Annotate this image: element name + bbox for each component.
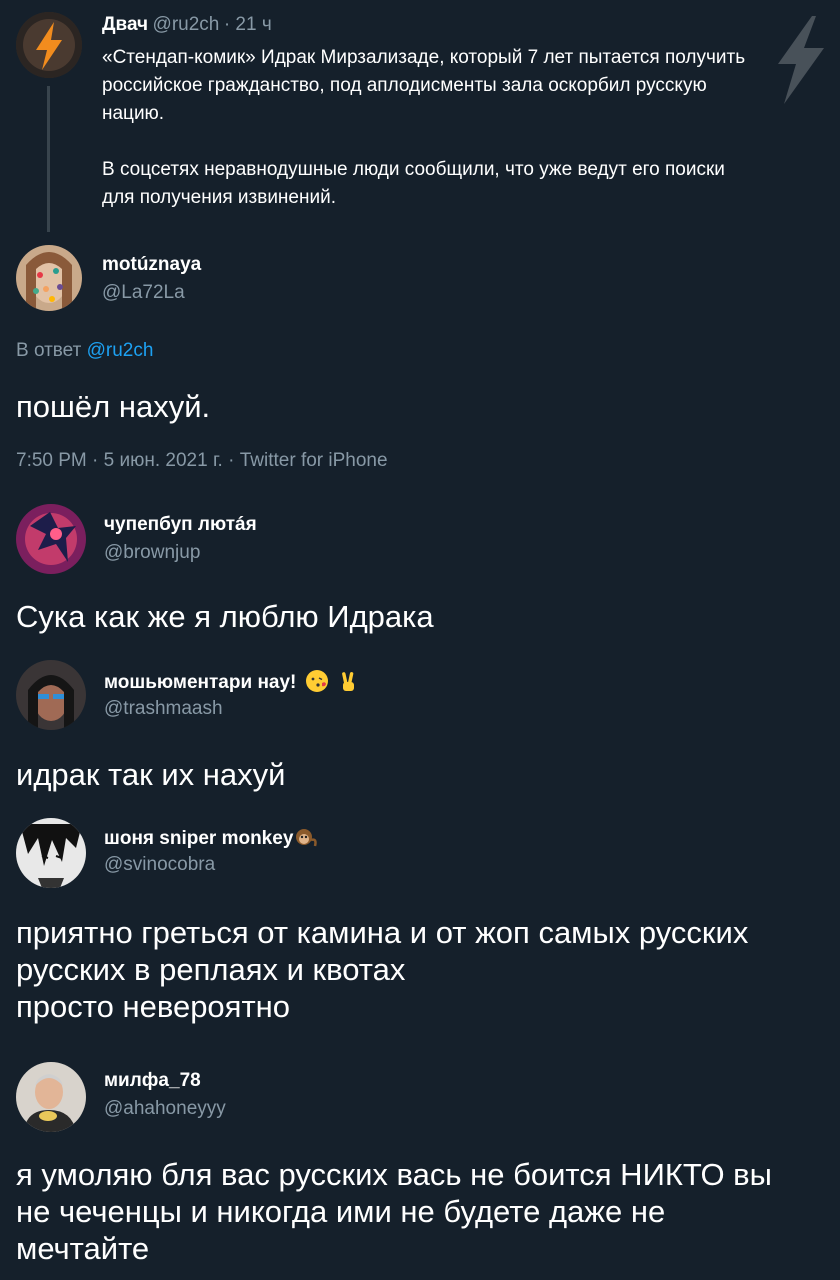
reply-to-handle-link[interactable]: @ru2ch — [87, 340, 154, 361]
text-line: российское гражданство, под аплодисменты… — [102, 75, 707, 96]
text-line: приятно греться от камина и от жоп самых… — [16, 915, 749, 950]
user-photo-icon — [16, 660, 86, 730]
text-line: для получения извинений. — [102, 187, 336, 208]
avatar-dvach[interactable] — [16, 12, 82, 78]
text-line: просто невероятно — [16, 989, 291, 1024]
tweet-meta[interactable]: 7:50 PM · 5 июн. 2021 г. · Twitter for i… — [16, 450, 388, 472]
monkey-emoji-icon — [295, 826, 318, 848]
author-name[interactable]: милфа_78 — [104, 1070, 226, 1092]
text-line: «Стендап-комик» Идрак Мирзализаде, котор… — [102, 47, 746, 68]
author-name-text: мошьюментари нау! — [104, 672, 297, 693]
author-name[interactable]: motúznaya — [102, 254, 201, 276]
author-name[interactable]: мошьюментари нау! — [104, 670, 359, 694]
author-handle[interactable]: @La72La — [102, 282, 201, 304]
user-photo-icon — [16, 245, 82, 311]
text-line: нацию. — [102, 103, 165, 124]
tweet-time[interactable]: · 21 ч — [224, 14, 272, 35]
avatar-brownjup[interactable] — [16, 504, 86, 574]
text-line: В соцсетях неравнодушные люди сообщили, … — [102, 159, 725, 180]
avatar-motuznaya[interactable] — [16, 245, 82, 311]
author-name-text: шоня sniper monkey — [104, 828, 294, 849]
original-tweet-text: «Стендап-комик» Идрак Мирзализаде, котор… — [102, 44, 822, 212]
author-handle[interactable]: @brownjup — [104, 542, 257, 564]
author-handle[interactable]: @svinocobra — [104, 854, 317, 876]
text-line: я умоляю бля вас русских вась не боится … — [16, 1157, 772, 1192]
lightning-logo-icon — [16, 12, 82, 78]
kiss-face-emoji-icon — [305, 670, 328, 692]
author-handle[interactable]: @ahahoneyyy — [104, 1098, 226, 1120]
text-line: русских в реплаях и квотах — [16, 952, 406, 987]
author-handle[interactable]: @ru2ch — [153, 14, 220, 35]
author-name[interactable]: Двач — [102, 14, 148, 35]
avatar-trashmaash[interactable] — [16, 660, 86, 730]
avatar-svinocobra[interactable] — [16, 818, 86, 888]
victory-hand-emoji-icon — [337, 670, 359, 692]
text-line: не чеченцы и никогда ими не будете даже … — [16, 1194, 666, 1229]
main-reply-text: пошёл нахуй. — [16, 389, 211, 424]
user-photo-icon — [16, 504, 86, 574]
reply-to-prefix: В ответ — [16, 340, 82, 361]
user-photo-icon — [16, 1062, 86, 1132]
reply-text: приятно греться от камина и от жоп самых… — [16, 914, 826, 1025]
reply-text: я умоляю бля вас русских вась не боится … — [16, 1156, 826, 1267]
reply-text: Сука как же я люблю Идрака — [16, 599, 434, 634]
text-line: мечтайте — [16, 1231, 150, 1266]
author-name[interactable]: чупепбуп лютáя — [104, 514, 257, 536]
reply-text: идрак так их нахуй — [16, 757, 286, 792]
avatar-ahahoneyyy[interactable] — [16, 1062, 86, 1132]
user-photo-icon — [16, 818, 86, 888]
author-name[interactable]: шоня sniper monkey — [104, 826, 318, 850]
reply-to-line: В ответ @ru2ch — [16, 340, 153, 362]
thread-line — [47, 86, 50, 232]
author-handle[interactable]: @trashmaash — [104, 698, 359, 720]
